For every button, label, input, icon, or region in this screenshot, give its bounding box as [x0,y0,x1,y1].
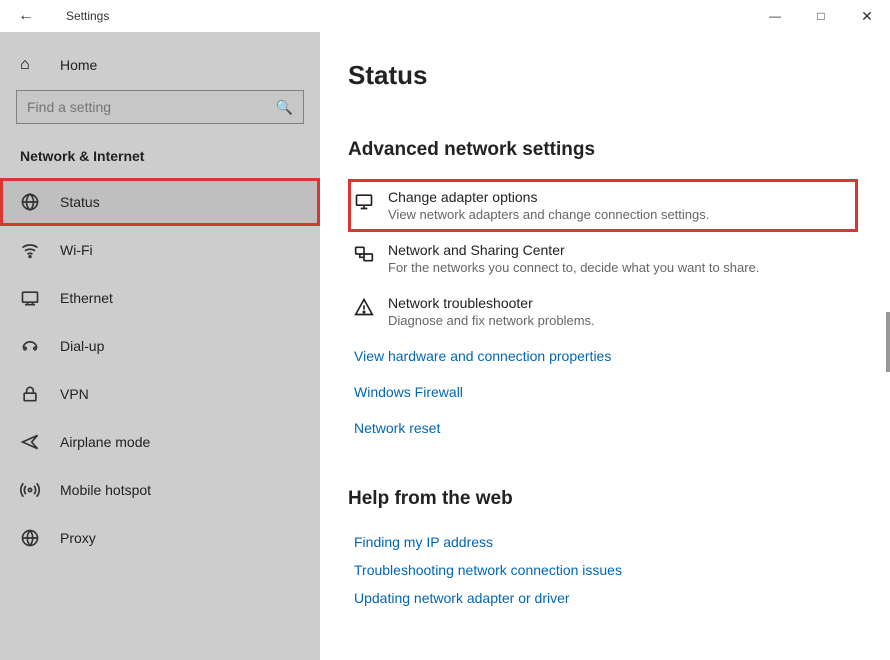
option-title: Change adapter options [388,189,709,205]
search-icon: 🔍 [276,99,293,116]
sidebar: ⌂ Home 🔍 Network & Internet Status Wi-Fi… [0,32,320,660]
adapter-icon [354,189,388,222]
sidebar-item-label: VPN [60,386,89,402]
main-panel: Status Advanced network settings Change … [320,32,890,660]
sidebar-home-label: Home [60,57,97,73]
search-box[interactable]: 🔍 [16,90,304,124]
sidebar-item-vpn[interactable]: VPN [0,370,320,418]
help-link-ip[interactable]: Finding my IP address [348,528,858,556]
sidebar-home[interactable]: ⌂ Home [0,50,320,90]
sidebar-category: Network & Internet [0,148,320,178]
sidebar-item-label: Proxy [60,530,96,546]
sidebar-item-label: Mobile hotspot [60,482,151,498]
sidebar-item-label: Airplane mode [60,434,150,450]
warning-icon [354,295,388,328]
sidebar-item-hotspot[interactable]: Mobile hotspot [0,466,320,514]
link-hardware-properties[interactable]: View hardware and connection properties [348,338,858,374]
proxy-icon [20,528,44,548]
close-button[interactable]: ✕ [844,0,890,32]
option-title: Network and Sharing Center [388,242,759,258]
window-title: Settings [66,9,109,23]
sidebar-item-wifi[interactable]: Wi-Fi [0,226,320,274]
advanced-heading: Advanced network settings [348,139,858,161]
maximize-button[interactable]: □ [798,0,844,32]
dialup-icon [20,336,44,356]
vpn-icon [20,384,44,404]
scrollbar-thumb[interactable] [886,312,890,372]
status-icon [20,192,44,212]
help-link-adapter[interactable]: Updating network adapter or driver [348,584,858,612]
sidebar-item-label: Wi-Fi [60,242,93,258]
option-desc: View network adapters and change connect… [388,207,709,222]
back-button[interactable]: ← [18,7,42,25]
ethernet-icon [20,288,44,308]
option-desc: Diagnose and fix network problems. [388,313,595,328]
home-icon: ⌂ [20,56,44,74]
sidebar-item-label: Status [60,194,100,210]
option-sharing-center[interactable]: Network and Sharing Center For the netwo… [348,232,858,285]
minimize-button[interactable]: — [752,0,798,32]
option-desc: For the networks you connect to, decide … [388,260,759,275]
sidebar-item-dialup[interactable]: Dial-up [0,322,320,370]
airplane-icon [20,432,44,452]
sidebar-item-label: Dial-up [60,338,104,354]
link-windows-firewall[interactable]: Windows Firewall [348,374,858,410]
sharing-icon [354,242,388,275]
sidebar-item-status[interactable]: Status [0,178,320,226]
sidebar-item-ethernet[interactable]: Ethernet [0,274,320,322]
sidebar-item-airplane[interactable]: Airplane mode [0,418,320,466]
link-network-reset[interactable]: Network reset [348,410,858,446]
help-heading: Help from the web [348,488,858,510]
page-title: Status [348,60,858,91]
help-link-trouble[interactable]: Troubleshooting network connection issue… [348,556,858,584]
option-troubleshooter[interactable]: Network troubleshooter Diagnose and fix … [348,285,858,338]
option-title: Network troubleshooter [388,295,595,311]
sidebar-item-label: Ethernet [60,290,113,306]
sidebar-item-proxy[interactable]: Proxy [0,514,320,562]
option-change-adapter[interactable]: Change adapter options View network adap… [348,179,858,232]
hotspot-icon [20,480,44,500]
wifi-icon [20,240,44,260]
titlebar: ← Settings — □ ✕ [0,0,890,32]
search-input[interactable] [27,99,276,115]
